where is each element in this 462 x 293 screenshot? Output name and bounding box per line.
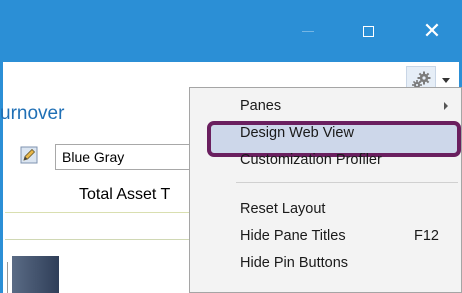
maximize-icon <box>362 25 374 37</box>
menu-item-label: Reset Layout <box>240 201 326 217</box>
menu-separator <box>236 182 458 183</box>
minimize-button[interactable] <box>281 0 335 62</box>
theme-select[interactable]: Blue Gray <box>55 144 200 170</box>
edit-icon[interactable] <box>20 146 38 164</box>
page-heading: urnover <box>0 103 65 124</box>
menu-item-label: Design Web View <box>240 125 354 141</box>
submenu-arrow-icon <box>444 102 448 110</box>
menu-item-customization-profiler[interactable]: Customization Profiler <box>190 147 461 173</box>
chart-bar <box>12 256 59 293</box>
maximize-button[interactable] <box>341 0 395 62</box>
shortcut-label: F12 <box>414 228 439 244</box>
close-button[interactable]: ✕ <box>405 0 459 62</box>
menu-item-hide-pane-titles[interactable]: Hide Pane Titles F12 <box>190 223 461 249</box>
menu-item-label: Customization Profiler <box>240 152 382 168</box>
divider <box>5 239 191 240</box>
column-header: Total Asset T <box>79 186 171 203</box>
divider <box>7 262 8 293</box>
title-bar: ✕ <box>0 0 462 62</box>
menu-item-panes[interactable]: Panes <box>190 93 461 119</box>
chevron-down-icon[interactable] <box>442 78 450 83</box>
window-left-border <box>0 62 3 293</box>
context-menu: Panes Design Web View Customization Prof… <box>189 87 462 293</box>
menu-item-hide-pin-buttons[interactable]: Hide Pin Buttons <box>190 250 461 276</box>
menu-item-design-web-view[interactable]: Design Web View <box>190 120 461 146</box>
menu-item-label: Panes <box>240 98 282 114</box>
menu-item-reset-layout[interactable]: Reset Layout <box>190 196 461 222</box>
menu-item-label: Hide Pin Buttons <box>240 255 349 271</box>
menu-item-label: Hide Pane Titles <box>240 228 346 244</box>
close-icon: ✕ <box>422 18 442 44</box>
divider <box>5 212 191 213</box>
minimize-icon <box>302 30 314 32</box>
